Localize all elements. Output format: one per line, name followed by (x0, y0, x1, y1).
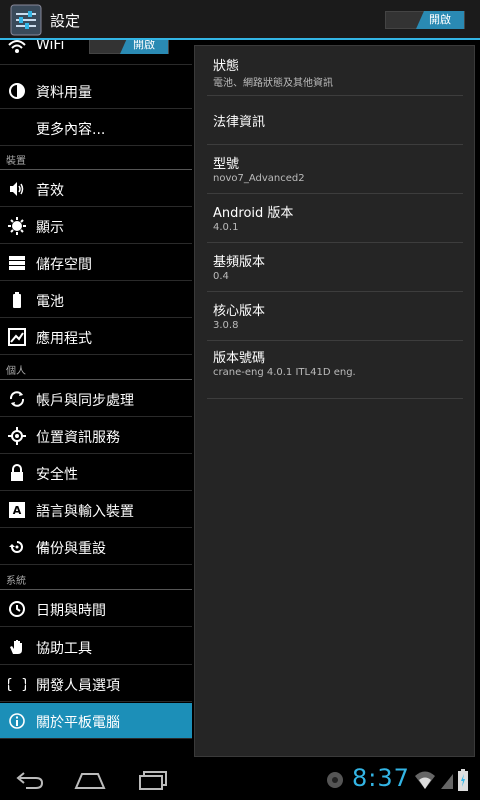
detail-item-value: 4.0.1 (213, 222, 239, 233)
detail-item-title: 基頻版本 (213, 255, 266, 270)
hand-icon (10, 640, 22, 654)
sidebar-item-security[interactable]: 安全性 (0, 455, 192, 491)
sidebar-item-label: 儲存空間 (36, 257, 92, 273)
header-toggle-switch[interactable]: 開啟 (385, 11, 465, 29)
sidebar-item-label: 語言與輸入裝置 (36, 504, 134, 520)
sidebar-item-label: 安全性 (36, 467, 78, 483)
detail-item-title: 狀態 (213, 59, 240, 74)
sync-icon (9, 391, 25, 407)
sidebar-item-developer-options[interactable]: { } 開發人員選項 (0, 666, 192, 702)
detail-item-subtitle: 電池、網路狀態及其他資訊 (213, 78, 333, 89)
detail-item-baseband-version: 基頻版本 0.4 (207, 243, 463, 292)
sidebar-item-label: 資料用量 (36, 85, 92, 101)
sidebar-item-label: 位置資訊服務 (36, 430, 120, 446)
storage-icon (9, 256, 25, 270)
sidebar-item-accounts-sync[interactable]: 帳戶與同步處理 (0, 381, 192, 417)
svg-text:{ }: { } (8, 677, 26, 693)
section-header-device: 裝置 (0, 150, 192, 170)
sidebar-item-more[interactable]: 更多內容... (0, 110, 192, 146)
sidebar-item-label: 音效 (36, 183, 64, 199)
toggle-on-label: 開啟 (416, 11, 464, 29)
action-bar: 設定 開啟 (0, 0, 480, 40)
wifi-signal-icon (415, 771, 435, 789)
wifi-icon (8, 40, 26, 53)
sidebar-item-label: 協助工具 (36, 641, 92, 657)
battery-icon (13, 292, 21, 308)
settings-app-icon[interactable] (10, 4, 42, 36)
apps-icon (8, 328, 26, 346)
sidebar-item-storage[interactable]: 儲存空間 (0, 245, 192, 281)
system-bar: 8:37 (0, 760, 480, 800)
keyboard-icon: A (9, 502, 25, 518)
sidebar-item-label: 電池 (36, 294, 64, 310)
sidebar-item-sound[interactable]: 音效 (0, 171, 192, 207)
lock-icon (11, 464, 23, 481)
home-icon[interactable] (72, 768, 108, 792)
sidebar-item-language-input[interactable]: A 語言與輸入裝置 (0, 492, 192, 528)
detail-item-kernel-version: 核心版本 3.0.8 (207, 292, 463, 341)
detail-item-build-number: 版本號碼 crane-eng 4.0.1 ITL41D eng. (207, 341, 463, 399)
battery-charging-icon (458, 769, 468, 791)
section-header-system: 系統 (0, 570, 192, 590)
sidebar-item-data-usage[interactable]: 資料用量 (0, 73, 192, 109)
sidebar-item-accessibility[interactable]: 協助工具 (0, 629, 192, 665)
sidebar-item-label: 顯示 (36, 220, 64, 236)
brightness-icon (8, 217, 26, 235)
detail-item-android-version[interactable]: Android 版本 4.0.1 (207, 194, 463, 243)
section-title: 系統 (6, 576, 26, 587)
section-title: 個人 (6, 366, 26, 377)
detail-item-legal[interactable]: 法律資訊 (207, 96, 463, 145)
sidebar-item-label: 開發人員選項 (36, 678, 120, 694)
detail-item-value: novo7_Advanced2 (213, 173, 305, 184)
svg-text:A: A (13, 504, 22, 517)
detail-item-value: 0.4 (213, 271, 229, 282)
detail-item-title: Android 版本 (213, 206, 294, 221)
detail-item-value: crane-eng 4.0.1 ITL41D eng. (213, 367, 356, 378)
sidebar-item-location[interactable]: 位置資訊服務 (0, 418, 192, 454)
detail-item-model: 型號 novo7_Advanced2 (207, 145, 463, 194)
info-icon (9, 713, 25, 729)
sidebar-item-label: 帳戶與同步處理 (36, 393, 134, 409)
detail-item-title: 核心版本 (213, 304, 266, 319)
wifi-toggle-switch[interactable]: 開啟 (89, 40, 169, 54)
sidebar-item-label: 日期與時間 (36, 603, 106, 619)
detail-item-title: 法律資訊 (213, 115, 266, 130)
sidebar-item-wifi[interactable]: WiFi 開啟 (0, 40, 192, 65)
detail-item-title: 型號 (213, 157, 240, 172)
sidebar-item-display[interactable]: 顯示 (0, 208, 192, 244)
detail-item-status[interactable]: 狀態 電池、網路狀態及其他資訊 (207, 46, 463, 96)
sidebar-item-date-time[interactable]: 日期與時間 (0, 591, 192, 627)
location-icon (8, 427, 26, 445)
sidebar-item-backup-reset[interactable]: 備份與重設 (0, 529, 192, 565)
sidebar-item-battery[interactable]: 電池 (0, 282, 192, 318)
app-title: 設定 (50, 12, 81, 30)
sidebar-item-label: 備份與重設 (36, 541, 106, 557)
detail-item-title: 版本號碼 (213, 351, 266, 366)
clock-icon (9, 601, 25, 617)
back-icon[interactable] (12, 768, 48, 792)
sidebar-item-label: 更多內容... (36, 122, 106, 138)
data-usage-icon (9, 83, 25, 99)
signal-strength-icon (441, 774, 453, 789)
volume-icon (10, 182, 24, 196)
section-header-personal: 個人 (0, 360, 192, 380)
sidebar-item-apps[interactable]: 應用程式 (0, 319, 192, 355)
toggle-on-label: 開啟 (120, 40, 168, 54)
sidebar-item-label: 關於平板電腦 (36, 715, 120, 731)
section-title: 裝置 (6, 156, 26, 167)
backup-icon (9, 541, 23, 553)
braces-icon: { } (8, 677, 26, 693)
sidebar-item-label: 應用程式 (36, 331, 92, 347)
notification-icon[interactable] (326, 771, 344, 789)
sidebar-item-about-tablet[interactable]: 關於平板電腦 (0, 703, 192, 739)
status-clock[interactable]: 8:37 (352, 764, 410, 792)
settings-sidebar: WiFi 開啟 資料用量 更多內容... 裝置 音效 顯示 儲存空間 電池 應用… (0, 40, 192, 760)
recent-apps-icon[interactable] (134, 768, 170, 792)
sidebar-item-label: WiFi (36, 40, 65, 53)
detail-item-value: 3.0.8 (213, 320, 239, 331)
about-detail-panel: 狀態 電池、網路狀態及其他資訊 法律資訊 型號 novo7_Advanced2 … (194, 45, 475, 757)
